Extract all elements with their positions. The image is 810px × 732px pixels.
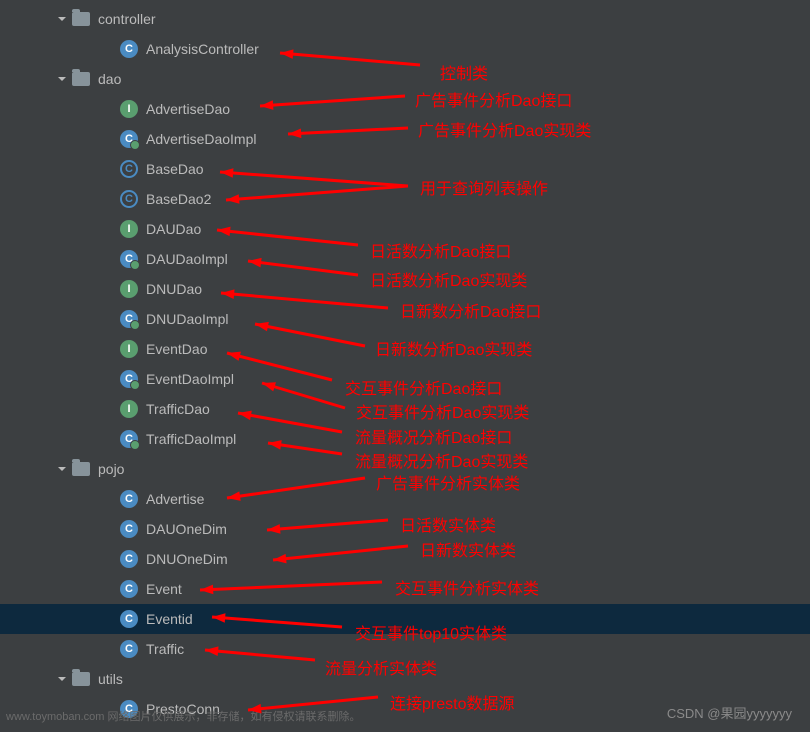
annotation-text: 广告事件分析实体类 [376,470,520,494]
annotation-text: 用于查询列表操作 [420,175,548,199]
annotation-text: 交互事件分析实体类 [395,575,539,599]
chevron-down-icon[interactable] [54,11,70,27]
tree-item[interactable]: C AdvertiseDaoImpl [0,124,810,154]
folder-icon [72,12,90,26]
item-label: DNUDao [146,281,202,297]
class-ring-icon: C [120,190,138,208]
tree-item[interactable]: C AnalysisController [0,34,810,64]
annotation-text: 日活数实体类 [400,512,496,536]
item-label: EventDaoImpl [146,371,234,387]
item-label: AdvertiseDao [146,101,230,117]
item-label: DAUDaoImpl [146,251,228,267]
chevron-down-icon[interactable] [54,461,70,477]
folder-controller[interactable]: controller [0,4,810,34]
tree-item[interactable]: C BaseDao2 [0,184,810,214]
item-label: TrafficDao [146,401,210,417]
item-label: DNUDaoImpl [146,311,228,327]
item-label: DAUDao [146,221,201,237]
item-label: EventDao [146,341,207,357]
folder-dao[interactable]: dao [0,64,810,94]
annotation-text: 日活数分析Dao接口 [370,238,511,262]
annotation-text: 流量分析实体类 [325,655,437,679]
class-icon: C [120,580,138,598]
project-tree: controller C AnalysisController dao I Ad… [0,0,810,724]
folder-label: dao [98,71,121,87]
item-label: TrafficDaoImpl [146,431,236,447]
annotation-text: 连接presto数据源 [390,690,514,714]
class-icon: C [120,490,138,508]
folder-label: pojo [98,461,124,477]
tree-item[interactable]: C BaseDao [0,154,810,184]
item-label: Eventid [146,611,193,627]
annotation-text: 交互事件top10实体类 [355,620,507,644]
class-ring-icon: C [120,160,138,178]
annotation-text: 广告事件分析Dao接口 [415,87,572,111]
watermark-left: www.toymoban.com 网络图片仅供展示，非存储，如有侵权请联系删除。 [6,708,360,724]
annotation-text: 日活数分析Dao实现类 [370,267,527,291]
item-label: Event [146,581,182,597]
chevron-down-icon[interactable] [54,671,70,687]
annotation-text: 交互事件分析Dao实现类 [356,399,529,423]
folder-icon [72,72,90,86]
annotation-text: 日新数实体类 [420,537,516,561]
class-impl-icon: C [120,130,138,148]
interface-icon: I [120,400,138,418]
interface-icon: I [120,340,138,358]
class-impl-icon: C [120,310,138,328]
annotation-text: 日新数分析Dao实现类 [375,336,532,360]
class-icon: C [120,550,138,568]
class-icon: C [120,640,138,658]
annotation-text: 交互事件分析Dao接口 [345,375,502,399]
item-label: BaseDao [146,161,204,177]
watermark-right: CSDN @果园yyyyyyy [667,703,792,722]
interface-icon: I [120,220,138,238]
class-icon: C [120,610,138,628]
interface-icon: I [120,100,138,118]
tree-item[interactable]: C DNUOneDim [0,544,810,574]
item-label: AdvertiseDaoImpl [146,131,257,147]
class-icon: C [120,40,138,58]
class-icon: C [120,520,138,538]
class-impl-icon: C [120,250,138,268]
annotation-text: 流量概况分析Dao接口 [355,424,512,448]
class-impl-icon: C [120,430,138,448]
item-label: AnalysisController [146,41,259,57]
tree-item[interactable]: I AdvertiseDao [0,94,810,124]
annotation-text: 日新数分析Dao接口 [400,298,541,322]
annotation-text: 控制类 [440,60,488,84]
folder-icon [72,462,90,476]
item-label: BaseDao2 [146,191,211,207]
annotation-text: 广告事件分析Dao实现类 [418,117,591,141]
folder-icon [72,672,90,686]
class-impl-icon: C [120,370,138,388]
item-label: DNUOneDim [146,551,228,567]
interface-icon: I [120,280,138,298]
item-label: Traffic [146,641,184,657]
folder-label: utils [98,671,123,687]
annotation-text: 流量概况分析Dao实现类 [355,448,528,472]
item-label: DAUOneDim [146,521,227,537]
folder-label: controller [98,11,156,27]
item-label: Advertise [146,491,204,507]
chevron-down-icon[interactable] [54,71,70,87]
